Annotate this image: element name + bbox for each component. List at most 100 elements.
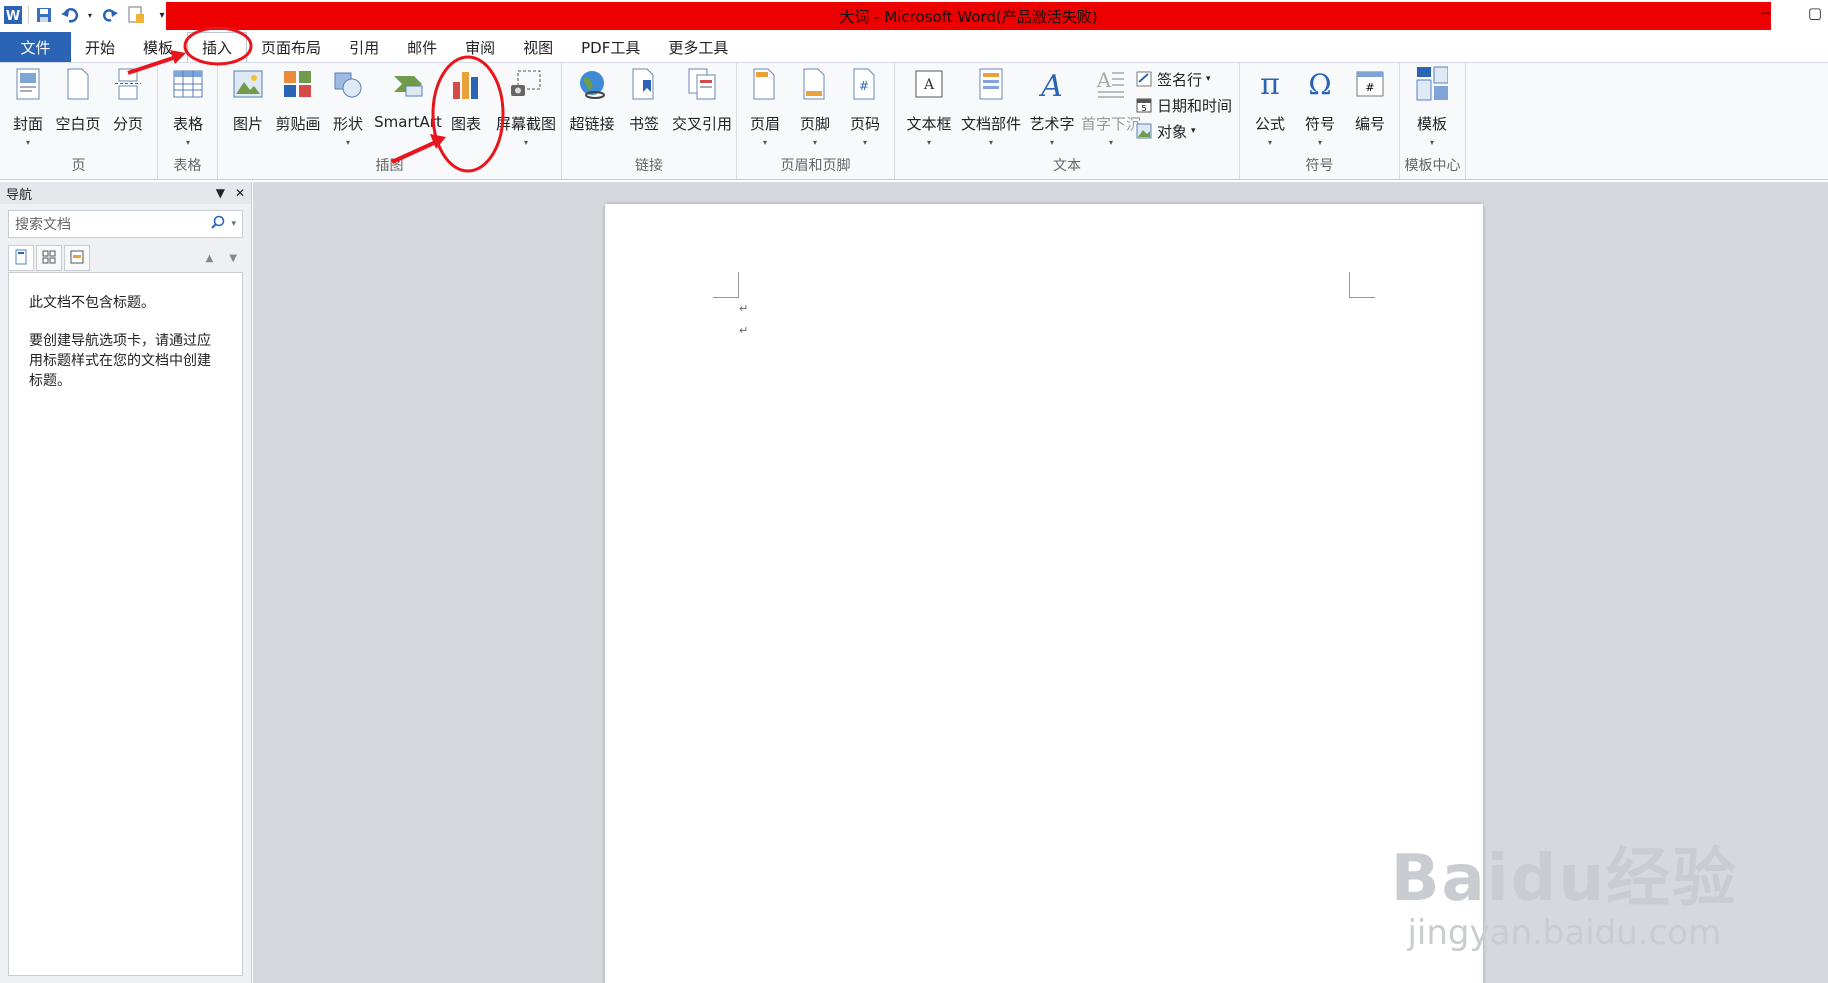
page-break-button[interactable]: 分页 bbox=[104, 67, 152, 134]
nav-hint-text: 要创建导航选项卡，请通过应用标题样式在您的文档中创建标题。 bbox=[29, 333, 211, 389]
chevron-down-icon: ▾ bbox=[812, 138, 817, 147]
object-button[interactable]: 对象 ▾ bbox=[1135, 121, 1232, 141]
svg-text:5: 5 bbox=[1141, 104, 1146, 113]
blank-page-icon bbox=[62, 67, 94, 101]
group-illustrations: 图片 剪贴画 形状 ▾ SmartArt 图表 屏幕截图 ▾ 插图 bbox=[218, 63, 562, 179]
save-icon[interactable] bbox=[33, 4, 55, 26]
search-input[interactable]: 搜索文档 ▾ bbox=[8, 210, 243, 238]
tab-template[interactable]: 模板 bbox=[129, 32, 187, 62]
tab-home[interactable]: 开始 bbox=[71, 32, 129, 62]
document-area: ↵ ↵ Baidu经验 jingyan.baidu.com bbox=[253, 182, 1828, 983]
chevron-down-icon: ▾ bbox=[523, 138, 528, 147]
nav-options-icon[interactable]: ▼ bbox=[216, 186, 225, 200]
print-preview-icon[interactable] bbox=[125, 4, 147, 26]
hyperlink-button[interactable]: 超链接 bbox=[568, 67, 616, 134]
nav-pane-title: 导航 bbox=[6, 187, 33, 203]
window-controls: − ▢ bbox=[1759, 4, 1822, 22]
numbering-icon: # bbox=[1354, 67, 1386, 101]
thumbnails-icon bbox=[42, 250, 56, 267]
textbox-icon: A bbox=[913, 67, 945, 101]
undo-icon[interactable] bbox=[59, 4, 81, 26]
tab-view[interactable]: 视图 bbox=[509, 32, 567, 62]
navigation-pane: 导航 ▼ ✕ 搜索文档 ▾ ▲ ▼ 此文档不包含标题。 要创建导航选项卡，请通过… bbox=[0, 182, 252, 983]
calendar-icon: 5 bbox=[1135, 96, 1153, 114]
tab-pages-view[interactable] bbox=[36, 245, 62, 271]
table-button[interactable]: 表格 ▾ bbox=[164, 67, 212, 147]
chevron-down-icon[interactable]: ▾ bbox=[231, 219, 236, 229]
group-label-illustrations: 插图 bbox=[375, 158, 404, 174]
search-placeholder: 搜索文档 bbox=[15, 217, 71, 233]
page-number-button[interactable]: # 页码 ▾ bbox=[841, 67, 889, 147]
tab-file[interactable]: 文件 bbox=[0, 32, 71, 62]
chevron-down-icon: ▾ bbox=[1191, 126, 1196, 136]
ribbon-insert-panel: 封面 ▾ 空白页 分页 页 表格 ▾ 表格 图片 剪贴画 形状 ▾ SmartA… bbox=[0, 62, 1828, 180]
chevron-down-icon: ▾ bbox=[862, 138, 867, 147]
wordart-button[interactable]: A 艺术字 ▾ bbox=[1025, 67, 1079, 147]
chevron-down-icon: ▾ bbox=[1108, 138, 1113, 147]
tab-headings-view[interactable] bbox=[8, 245, 34, 271]
footer-button[interactable]: 页脚 ▾ bbox=[791, 67, 839, 147]
group-label-symbols: 符号 bbox=[1305, 158, 1334, 174]
window-title: 大词 - Microsoft Word(产品激活失败) bbox=[166, 2, 1771, 30]
shapes-button[interactable]: 形状 ▾ bbox=[324, 67, 372, 147]
blank-page-button[interactable]: 空白页 bbox=[54, 67, 102, 134]
quick-access-toolbar: W ▾ ▾ bbox=[0, 2, 173, 28]
shapes-icon bbox=[332, 67, 364, 101]
nav-pane-header: 导航 ▼ ✕ bbox=[0, 182, 251, 204]
date-time-button[interactable]: 5 日期和时间 bbox=[1135, 95, 1232, 115]
chart-button[interactable]: 图表 bbox=[442, 67, 490, 134]
tab-pdf-tools[interactable]: PDF工具 bbox=[567, 32, 654, 62]
tab-references[interactable]: 引用 bbox=[335, 32, 393, 62]
svg-text:A: A bbox=[1096, 69, 1112, 92]
cross-reference-button[interactable]: 交叉引用 bbox=[672, 67, 732, 134]
chevron-down-icon: ▾ bbox=[1206, 74, 1211, 84]
word-app-icon[interactable]: W bbox=[2, 4, 24, 26]
document-page[interactable]: ↵ ↵ bbox=[605, 204, 1483, 983]
redo-icon[interactable] bbox=[99, 4, 121, 26]
search-icon[interactable] bbox=[211, 215, 225, 233]
chart-icon bbox=[450, 67, 482, 101]
restore-button[interactable]: ▢ bbox=[1808, 4, 1822, 22]
tab-insert[interactable]: 插入 bbox=[187, 32, 248, 62]
quick-parts-button[interactable]: 文档部件 ▾ bbox=[961, 67, 1021, 147]
group-template-center: 模板 ▾ 模板中心 bbox=[1400, 63, 1466, 179]
group-text: A 文本框 ▾ 文档部件 ▾ A 艺术字 ▾ A 首字下沉 ▾ 签名行 ▾ 5 bbox=[895, 63, 1240, 179]
globe-link-icon bbox=[576, 67, 608, 101]
signature-icon bbox=[1135, 70, 1153, 88]
screenshot-button[interactable]: 屏幕截图 ▾ bbox=[494, 67, 558, 147]
template-button[interactable]: 模板 ▾ bbox=[1408, 66, 1456, 147]
smartart-button[interactable]: SmartArt bbox=[374, 67, 442, 131]
numbering-button[interactable]: # 编号 bbox=[1346, 67, 1394, 134]
group-header-footer: 页眉 ▾ 页脚 ▾ # 页码 ▾ 页眉和页脚 bbox=[737, 63, 895, 179]
next-arrow-icon[interactable]: ▼ bbox=[229, 253, 237, 264]
title-bar: W ▾ ▾ 大词 - Microsoft Word(产品激活失败) − ▢ bbox=[0, 0, 1828, 30]
header-button[interactable]: 页眉 ▾ bbox=[741, 67, 789, 147]
group-label-table: 表格 bbox=[173, 158, 202, 174]
signature-line-button[interactable]: 签名行 ▾ bbox=[1135, 69, 1232, 89]
svg-text:W: W bbox=[6, 9, 20, 24]
page-break-icon bbox=[112, 67, 144, 101]
symbol-button[interactable]: Ω 符号 ▾ bbox=[1296, 67, 1344, 148]
minimize-button[interactable]: − bbox=[1759, 4, 1772, 22]
picture-button[interactable]: 图片 bbox=[224, 67, 272, 134]
tab-mailings[interactable]: 邮件 bbox=[393, 32, 451, 62]
header-icon bbox=[749, 67, 781, 101]
tab-more-tools[interactable]: 更多工具 bbox=[654, 32, 742, 62]
dropcap-button[interactable]: A 首字下沉 ▾ bbox=[1081, 67, 1141, 147]
cross-reference-icon bbox=[686, 67, 718, 101]
tab-review[interactable]: 审阅 bbox=[451, 32, 509, 62]
clipart-button[interactable]: 剪贴画 bbox=[274, 67, 322, 134]
bookmark-button[interactable]: 书签 bbox=[620, 67, 668, 134]
group-label-links: 链接 bbox=[635, 158, 663, 174]
tab-page-layout[interactable]: 页面布局 bbox=[247, 32, 335, 62]
footer-icon bbox=[799, 67, 831, 101]
cover-button[interactable]: 封面 ▾ bbox=[4, 67, 52, 147]
undo-dropdown-icon[interactable]: ▾ bbox=[85, 4, 95, 26]
tab-results-view[interactable] bbox=[64, 245, 90, 271]
close-icon[interactable]: ✕ bbox=[235, 186, 245, 200]
textbox-button[interactable]: A 文本框 ▾ bbox=[901, 67, 957, 147]
cover-page-icon bbox=[12, 67, 44, 101]
previous-arrow-icon[interactable]: ▲ bbox=[206, 253, 214, 264]
equation-button[interactable]: π 公式 ▾ bbox=[1246, 67, 1294, 148]
smartart-icon bbox=[392, 67, 424, 101]
